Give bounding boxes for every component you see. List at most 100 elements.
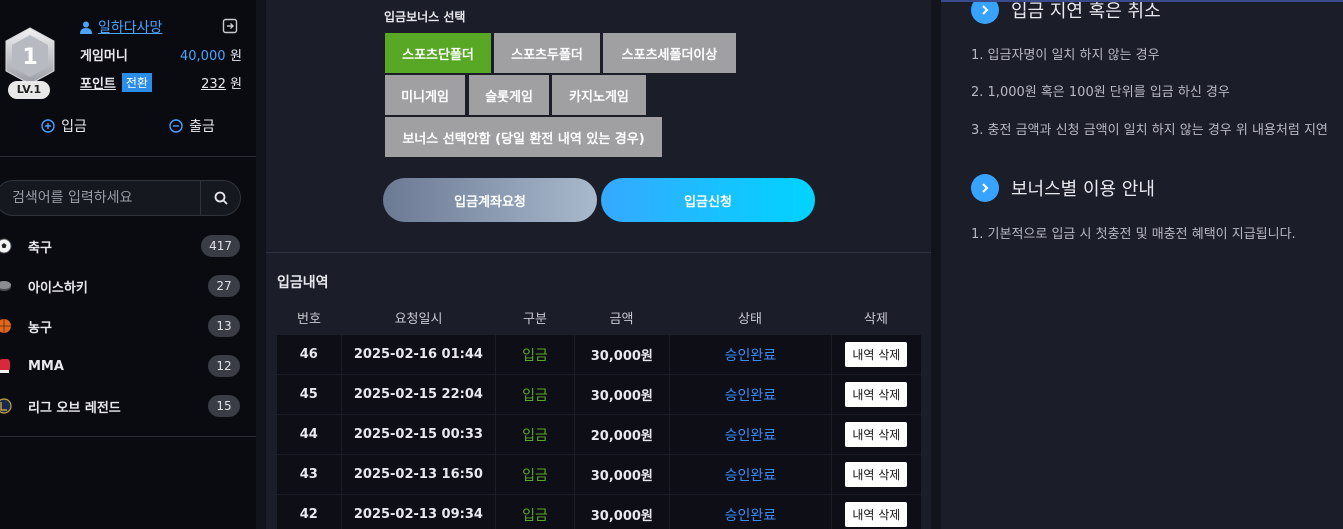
column-header: 요청일시 [394, 311, 443, 327]
basketball-icon [0, 319, 11, 333]
bonus-option-selected[interactable]: 스포츠단폴더 [385, 33, 491, 73]
top-accent-line [941, 0, 1343, 2]
sport-count: 12 [208, 355, 240, 377]
row-date: 2025-02-15 22:04 [341, 375, 496, 414]
deposit-panel: 입금보너스 선택 스포츠단폴더 스포츠두폴더 스포츠세폴더이상 미니게임 슬롯게… [266, 0, 931, 529]
divider [0, 436, 256, 437]
table-row: 42 2025-02-13 09:34 입금 30,000원 승인완료 내역 삭… [277, 494, 921, 529]
delay-notice-item: 3. 충전 금액과 신청 금액이 일치 하지 않는 경우 위 내용처럼 지연 [971, 123, 1328, 138]
user-icon [80, 21, 92, 34]
row-type: 입금 [496, 415, 574, 454]
game-money-value: 40,000 [180, 49, 226, 64]
row-type: 입금 [496, 335, 574, 374]
notice-panel: 입금 지연 혹은 취소 1. 입금자명이 일치 하지 않는 경우 2. 1,00… [941, 0, 1343, 529]
row-status: 승인완료 [669, 335, 831, 374]
table-row: 45 2025-02-15 22:04 입금 30,000원 승인완료 내역 삭… [277, 374, 921, 414]
sport-name: MMA [28, 358, 64, 374]
soccer-ball-icon [0, 238, 12, 254]
sport-item-basketball[interactable]: 농구 13 [0, 306, 256, 346]
sport-item-lol[interactable]: 리그 오브 레전드 15 [0, 386, 256, 426]
row-delete-cell: 내역 삭제 [831, 335, 921, 374]
point-convert-button[interactable]: 전환 [121, 72, 152, 92]
delete-history-button[interactable]: 내역 삭제 [845, 382, 908, 407]
row-number: 45 [277, 375, 341, 414]
sport-count: 27 [208, 275, 240, 297]
bonus-option-none[interactable]: 보너스 선택안함 (당일 환전 내역 있는 경우) [385, 117, 662, 157]
row-date: 2025-02-13 09:34 [341, 495, 496, 529]
column-header: 삭제 [864, 311, 888, 327]
deposit-withdraw-row: 입금 출금 [0, 115, 256, 137]
user-row: 일하다사망 [80, 17, 162, 37]
currency-label: 원 [230, 49, 242, 64]
delay-notice-item: 2. 1,000원 혹은 100원 단위를 입금 하신 경우 [971, 85, 1230, 100]
row-type: 입금 [496, 375, 574, 414]
table-row: 43 2025-02-13 16:50 입금 30,000원 승인완료 내역 삭… [277, 454, 921, 494]
row-amount: 20,000원 [574, 415, 669, 454]
search-input[interactable] [12, 181, 197, 215]
delete-history-button[interactable]: 내역 삭제 [845, 422, 908, 447]
point-row: 포인트 전환 232 원 [80, 72, 242, 92]
search-button[interactable] [201, 181, 241, 215]
boxing-glove-icon [0, 359, 10, 373]
lol-icon [0, 398, 12, 414]
bonus-option[interactable]: 카지노게임 [552, 75, 646, 115]
column-header: 금액 [609, 311, 634, 327]
sport-item-soccer[interactable]: 축구 417 [0, 226, 256, 266]
delete-history-button[interactable]: 내역 삭제 [845, 502, 908, 527]
row-date: 2025-02-15 00:33 [341, 415, 496, 454]
history-title: 입금내역 [277, 275, 329, 291]
row-amount: 30,000원 [574, 455, 669, 494]
column-header: 번호 [297, 311, 321, 327]
game-money-row: 게임머니 40,000 원 [80, 45, 242, 64]
bonus-option[interactable]: 미니게임 [385, 75, 465, 115]
bonus-notice-heading: 보너스별 이용 안내 [971, 174, 1155, 202]
column-header: 상태 [738, 311, 762, 327]
delay-notice-heading: 입금 지연 혹은 취소 [971, 0, 1161, 24]
delete-history-button[interactable]: 내역 삭제 [845, 342, 908, 367]
sport-item-ice-hockey[interactable]: 아이스하키 27 [0, 266, 256, 306]
column-header: 구분 [523, 311, 547, 327]
row-status: 승인완료 [669, 495, 831, 529]
row-date: 2025-02-16 01:44 [341, 335, 496, 374]
sport-item-mma[interactable]: MMA 12 [0, 346, 256, 386]
bonus-option[interactable]: 스포츠세폴더이상 [603, 33, 736, 73]
withdraw-label: 출금 [189, 119, 215, 135]
divider [266, 252, 931, 253]
row-amount: 30,000원 [574, 495, 669, 529]
deposit-label: 입금 [61, 119, 87, 135]
point-label[interactable]: 포인트 [80, 73, 116, 92]
row-number: 42 [277, 495, 341, 529]
table-header: 번호 요청일시 구분 금액 상태 삭제 [277, 300, 921, 334]
game-money-label: 게임머니 [80, 49, 128, 64]
level-number: 1 [22, 45, 37, 70]
chevron-right-icon [971, 174, 999, 202]
search-box [0, 180, 241, 216]
row-type: 입금 [496, 495, 574, 529]
delay-notice-title: 입금 지연 혹은 취소 [1011, 1, 1161, 22]
delay-notice-item: 1. 입금자명이 일치 하지 않는 경우 [971, 48, 1160, 63]
bonus-option[interactable]: 슬롯게임 [469, 75, 549, 115]
username-link[interactable]: 일하다사망 [98, 17, 162, 37]
withdraw-button[interactable]: 출금 [128, 115, 256, 137]
sport-count: 417 [201, 235, 240, 257]
deposit-button[interactable]: 입금 [0, 115, 128, 137]
deposit-apply-button[interactable]: 입금신청 [601, 178, 815, 222]
row-delete-cell: 내역 삭제 [831, 495, 921, 529]
logout-icon[interactable] [222, 18, 238, 34]
bonus-option[interactable]: 스포츠두폴더 [494, 33, 600, 73]
row-amount: 30,000원 [574, 335, 669, 374]
minus-circle-icon [169, 119, 183, 133]
level-label: LV.1 [8, 81, 50, 99]
row-date: 2025-02-13 16:50 [341, 455, 496, 494]
search-icon [214, 191, 228, 205]
level-badge-icon: 1 [5, 27, 55, 85]
row-status: 승인완료 [669, 455, 831, 494]
sport-list: 축구 417 아이스하키 27 농구 13 MMA 12 리그 오브 레전드 1… [0, 226, 256, 426]
account-request-button[interactable]: 입금계좌요청 [383, 178, 597, 222]
divider [0, 156, 256, 157]
sport-count: 13 [208, 315, 240, 337]
bonus-title: 입금보너스 선택 [384, 10, 466, 24]
hockey-puck-icon [0, 281, 11, 291]
sport-count: 15 [208, 395, 240, 417]
delete-history-button[interactable]: 내역 삭제 [845, 462, 908, 487]
